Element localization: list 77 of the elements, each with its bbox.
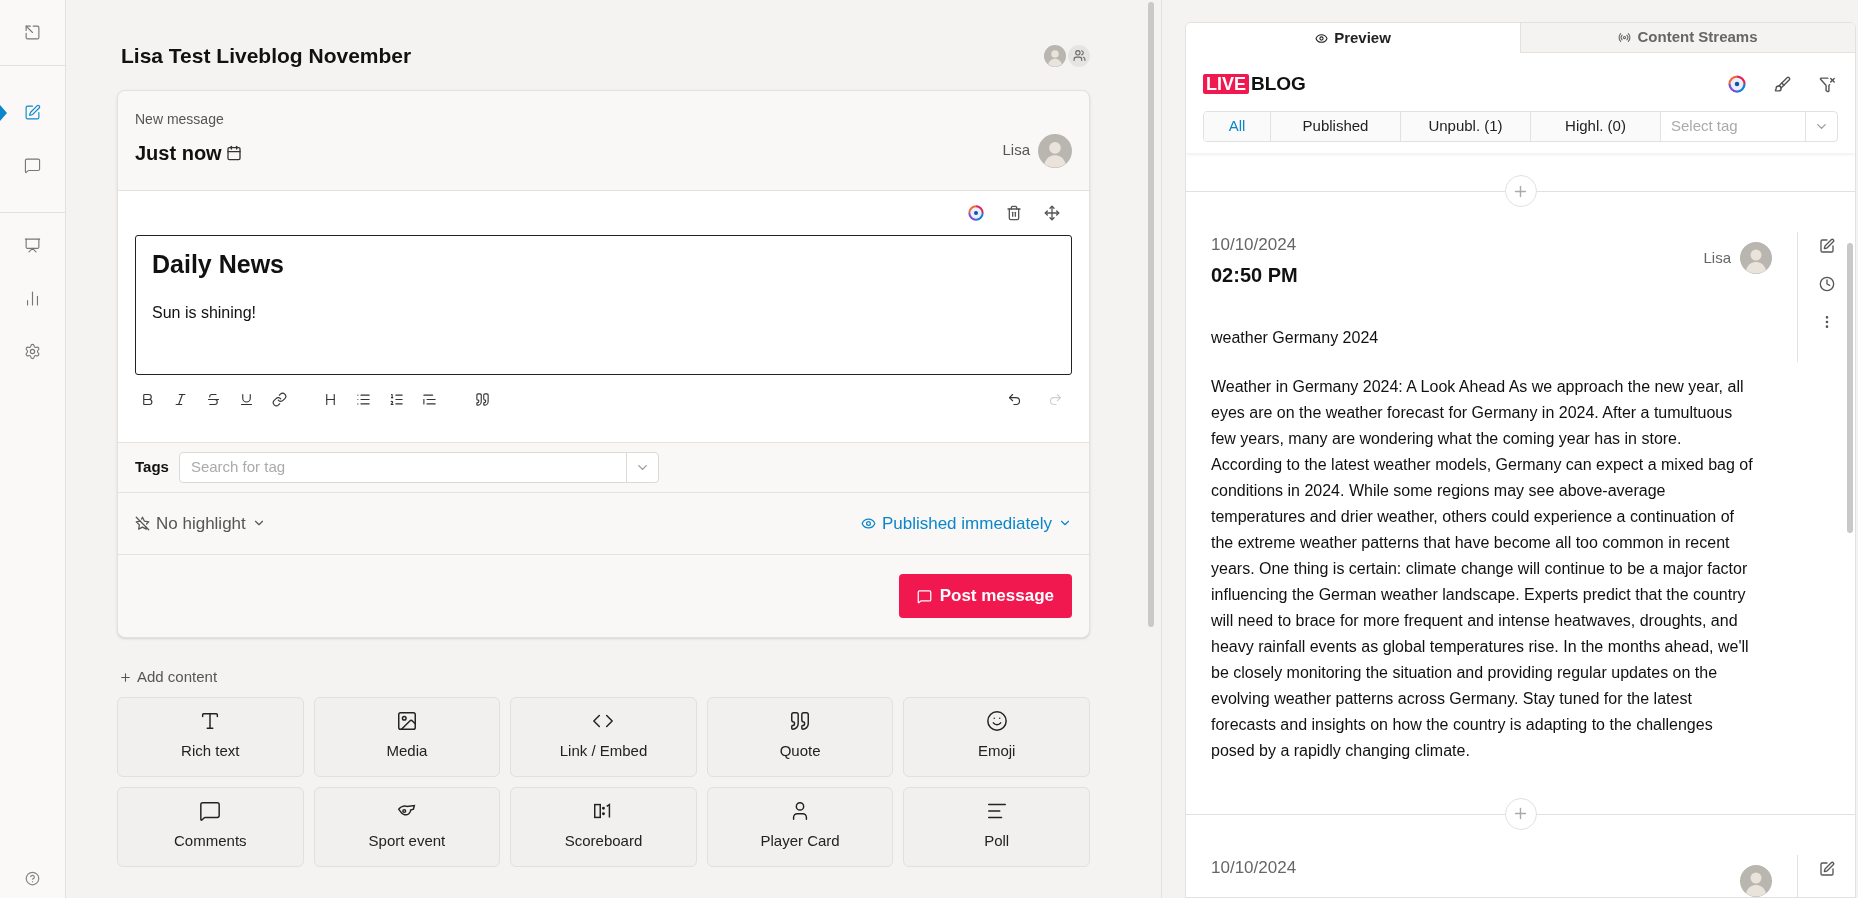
brush-icon[interactable] [1774,75,1791,93]
quote-icon [789,710,812,733]
undo-icon[interactable] [1007,391,1022,407]
post-time: 02:50 PM [1211,262,1298,288]
eye-icon [1315,31,1329,45]
italic-icon[interactable] [173,391,188,407]
content-type-button[interactable]: Quote [706,696,894,777]
link-icon[interactable] [272,391,287,407]
post-date: 10/10/2024 [1211,234,1298,256]
bar-chart-icon[interactable] [24,290,41,307]
content-type-button[interactable]: Emoji [903,696,1090,777]
tab[interactable]: Content Streams [1520,23,1855,53]
plus-icon[interactable] [119,670,132,684]
author-name: Lisa [1002,140,1030,161]
avatar [1740,242,1772,274]
post-date: 10/10/2024 [1211,856,1297,879]
content-type-button[interactable]: Rich text [117,696,304,777]
smiley-icon [985,710,1008,733]
move-icon[interactable] [1044,204,1060,221]
comment-icon[interactable] [24,157,41,174]
message-time[interactable]: Just now [135,137,222,168]
content-type-button[interactable]: Poll [903,786,1090,867]
tags-label: Tags [135,456,169,477]
star-off-icon[interactable] [135,515,150,531]
post-title: weather Germany 2024 [1211,327,1380,348]
broadcast-icon [1618,31,1632,44]
blockquote-icon[interactable] [422,391,437,407]
numbered-list-icon[interactable] [389,391,404,407]
edit-icon[interactable] [1818,860,1835,877]
text-editor[interactable]: Daily News Sun is shining! [135,234,1072,375]
presentation-icon[interactable] [24,237,41,254]
clock-icon[interactable] [1818,276,1835,292]
avatar [1038,133,1072,168]
delete-icon[interactable] [1006,204,1022,221]
bold-icon[interactable] [140,391,155,407]
editor-body: Sun is shining! [152,303,258,323]
content-type-button[interactable]: Media [313,696,501,777]
post-message-button[interactable]: Post message [898,574,1072,618]
editor-heading: Daily News [152,248,285,280]
logo-badge: LIVE [1203,74,1249,94]
edit-icon[interactable] [24,104,41,121]
eye-icon[interactable] [860,515,876,531]
content-type-button[interactable]: Sport event [313,786,501,867]
content-type-button[interactable]: Player Card [706,786,894,867]
swirl-icon[interactable] [1728,75,1746,93]
bullet-list-icon[interactable] [356,391,371,407]
author-name: Lisa [1703,247,1731,268]
add-content-button[interactable]: Add content [137,666,218,689]
highlight-dropdown[interactable]: No highlight [156,510,246,536]
avatar [1044,44,1066,67]
publish-dropdown[interactable]: Published immediately [881,510,1052,536]
heading-icon[interactable] [323,391,338,407]
tag-search-field[interactable]: Search for tag [178,451,659,483]
post-body: Weather in Germany 2024: A Look Ahead As we approach the new year, all eyes are on the weather forecast for Germany in 2024. After a tumultuous few years, many are wondering what the coming year has in store. According to the latest weather models, Germany can expect a mixed bag of conditions in 2024. While some regions may see above-average temperatures and drier weather, others could experience a continuation of the extreme weather patterns that have become all too common in recent years. One thing is certain: climate change will continue to be a major factor influencing the German weather landscape. Experts predict that the country will need to brace for more frequent and intense heatwaves, droughts, and heavy rainfall events as global temperatures rise. In the months ahead, we'll be closely monitoring the situation and providing regular updates on the evolving weather patterns across Germany. Stay tuned for the latest forecasts and insights on how the country is adapting to the challenges posed by a rapidly changing climate. [1211,376,1753,761]
settings-icon[interactable] [24,343,41,360]
swirl-icon[interactable] [968,204,984,221]
users-icon[interactable] [1072,49,1086,63]
image-icon [395,710,418,733]
logo-text: BLOG [1251,71,1306,96]
edit-icon[interactable] [1818,238,1835,254]
help-icon[interactable] [25,871,40,886]
speech-bubble-icon [199,800,222,823]
scrollbar-thumb[interactable] [1847,243,1853,533]
calendar-icon[interactable] [225,144,242,161]
exit-icon[interactable] [24,24,41,41]
blog-title: Lisa Test Liveblog November [120,43,412,69]
tag-search-input[interactable]: Search for tag [179,455,626,479]
message-label: New message [135,109,225,129]
filter-icon[interactable] [1819,75,1836,93]
speech-bubble-icon [916,588,932,604]
strikethrough-icon[interactable] [206,391,221,407]
quote-icon[interactable] [475,391,490,407]
scrollbar-thumb[interactable] [1148,2,1154,627]
content-type-button[interactable]: Comments [117,786,304,867]
content-type-button[interactable]: Scoreboard [510,786,697,867]
underline-icon[interactable] [239,391,254,407]
content-type-button[interactable]: Link / Embed [510,696,697,777]
